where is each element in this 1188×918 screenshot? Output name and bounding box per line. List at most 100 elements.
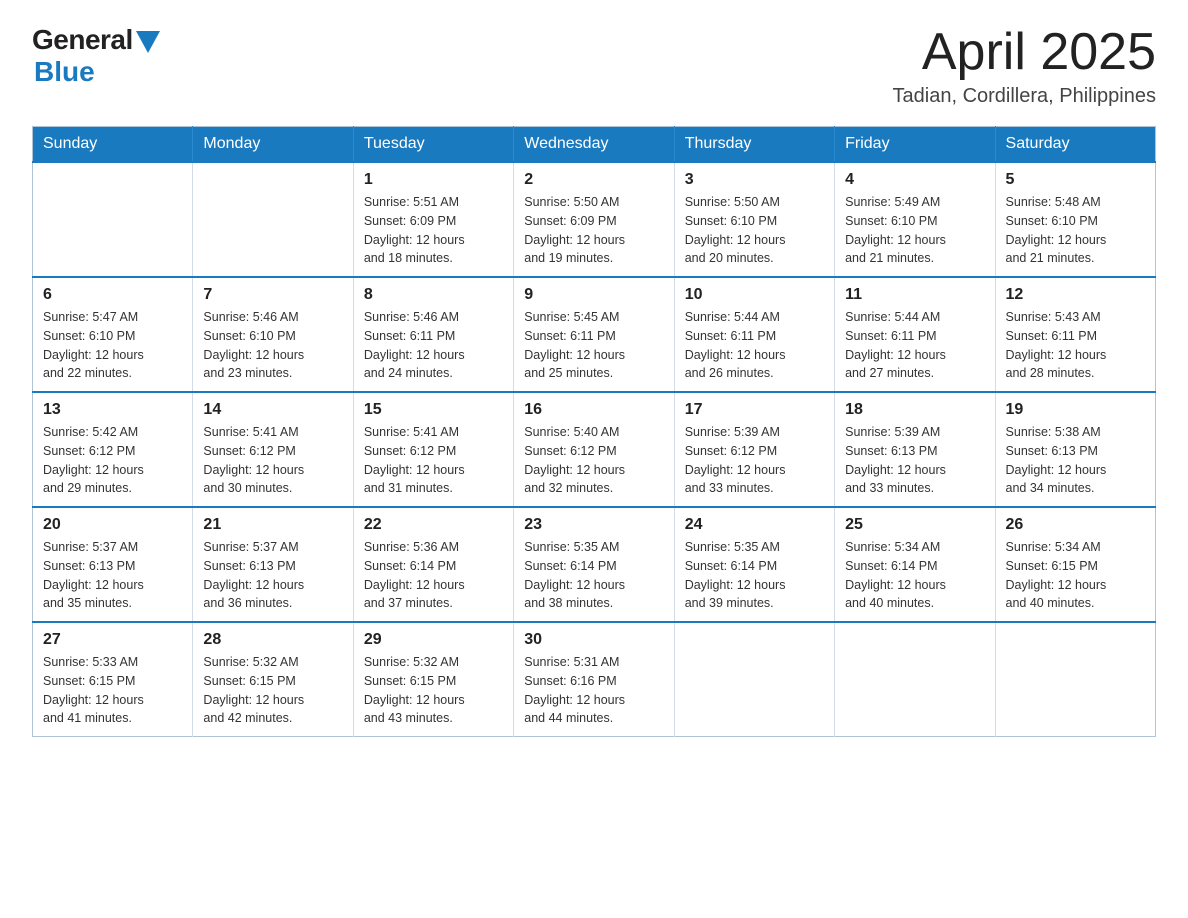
day-info: Sunrise: 5:32 AM Sunset: 6:15 PM Dayligh… — [364, 653, 503, 728]
calendar-cell: 9 Sunrise: 5:45 AM Sunset: 6:11 PM Daylig… — [514, 277, 674, 392]
day-info: Sunrise: 5:44 AM Sunset: 6:11 PM Dayligh… — [685, 308, 824, 383]
day-number: 28 — [203, 631, 342, 649]
calendar-cell: 5 Sunrise: 5:48 AM Sunset: 6:10 PM Daylig… — [995, 162, 1155, 277]
calendar-cell — [835, 622, 995, 737]
calendar-week-row: 13Sunrise: 5:42 AM Sunset: 6:12 PM Dayli… — [33, 392, 1156, 507]
day-info: Sunrise: 5:39 AM Sunset: 6:13 PM Dayligh… — [845, 423, 984, 498]
day-number: 19 — [1006, 401, 1145, 419]
calendar-cell — [995, 622, 1155, 737]
day-info: Sunrise: 5:33 AM Sunset: 6:15 PM Dayligh… — [43, 653, 182, 728]
day-info: Sunrise: 5:37 AM Sunset: 6:13 PM Dayligh… — [203, 538, 342, 613]
day-number: 4 — [845, 171, 984, 189]
calendar-cell: 10 Sunrise: 5:44 AM Sunset: 6:11 PM Dayli… — [674, 277, 834, 392]
day-info: Sunrise: 5:43 AM Sunset: 6:11 PM Dayligh… — [1006, 308, 1145, 383]
calendar-cell: 23 Sunrise: 5:35 AM Sunset: 6:14 PM Dayli… — [514, 507, 674, 622]
day-number: 26 — [1006, 516, 1145, 534]
day-info: Sunrise: 5:37 AM Sunset: 6:13 PM Dayligh… — [43, 538, 182, 613]
day-info: Sunrise: 5:44 AM Sunset: 6:11 PM Dayligh… — [845, 308, 984, 383]
day-number: 2 — [524, 171, 663, 189]
calendar-header: SundayMondayTuesdayWednesdayThursdayFrid… — [33, 127, 1156, 163]
logo-triangle-icon — [136, 31, 160, 53]
calendar-cell: 22Sunrise: 5:36 AM Sunset: 6:14 PM Dayli… — [353, 507, 513, 622]
calendar-cell: 18 Sunrise: 5:39 AM Sunset: 6:13 PM Dayli… — [835, 392, 995, 507]
day-number: 20 — [43, 516, 182, 534]
calendar-cell: 16 Sunrise: 5:40 AM Sunset: 6:12 PM Dayli… — [514, 392, 674, 507]
calendar-cell: 17Sunrise: 5:39 AM Sunset: 6:12 PM Dayli… — [674, 392, 834, 507]
calendar-cell: 7Sunrise: 5:46 AM Sunset: 6:10 PM Daylig… — [193, 277, 353, 392]
calendar-cell: 24Sunrise: 5:35 AM Sunset: 6:14 PM Dayli… — [674, 507, 834, 622]
calendar-body: 1 Sunrise: 5:51 AM Sunset: 6:09 PM Daylig… — [33, 162, 1156, 737]
calendar-cell: 25 Sunrise: 5:34 AM Sunset: 6:14 PM Dayli… — [835, 507, 995, 622]
day-number: 27 — [43, 631, 182, 649]
calendar-cell: 27 Sunrise: 5:33 AM Sunset: 6:15 PM Dayli… — [33, 622, 193, 737]
day-number: 21 — [203, 516, 342, 534]
day-info: Sunrise: 5:48 AM Sunset: 6:10 PM Dayligh… — [1006, 193, 1145, 268]
title-block: April 2025 Tadian, Cordillera, Philippin… — [893, 24, 1156, 108]
day-info: Sunrise: 5:46 AM Sunset: 6:11 PM Dayligh… — [364, 308, 503, 383]
weekday-header-monday: Monday — [193, 127, 353, 163]
day-number: 10 — [685, 286, 824, 304]
day-number: 14 — [203, 401, 342, 419]
calendar-cell: 8Sunrise: 5:46 AM Sunset: 6:11 PM Daylig… — [353, 277, 513, 392]
day-number: 29 — [364, 631, 503, 649]
calendar-cell: 19 Sunrise: 5:38 AM Sunset: 6:13 PM Dayli… — [995, 392, 1155, 507]
day-number: 1 — [364, 171, 503, 189]
day-number: 15 — [364, 401, 503, 419]
day-number: 23 — [524, 516, 663, 534]
day-number: 30 — [524, 631, 663, 649]
day-info: Sunrise: 5:50 AM Sunset: 6:09 PM Dayligh… — [524, 193, 663, 268]
day-info: Sunrise: 5:32 AM Sunset: 6:15 PM Dayligh… — [203, 653, 342, 728]
calendar-cell: 3 Sunrise: 5:50 AM Sunset: 6:10 PM Daylig… — [674, 162, 834, 277]
calendar-cell — [33, 162, 193, 277]
weekday-header-sunday: Sunday — [33, 127, 193, 163]
calendar-cell: 28 Sunrise: 5:32 AM Sunset: 6:15 PM Dayli… — [193, 622, 353, 737]
calendar-cell: 13Sunrise: 5:42 AM Sunset: 6:12 PM Dayli… — [33, 392, 193, 507]
day-info: Sunrise: 5:51 AM Sunset: 6:09 PM Dayligh… — [364, 193, 503, 268]
weekday-header-tuesday: Tuesday — [353, 127, 513, 163]
calendar-cell — [674, 622, 834, 737]
day-info: Sunrise: 5:42 AM Sunset: 6:12 PM Dayligh… — [43, 423, 182, 498]
calendar-title: April 2025 — [893, 24, 1156, 81]
day-info: Sunrise: 5:40 AM Sunset: 6:12 PM Dayligh… — [524, 423, 663, 498]
day-number: 12 — [1006, 286, 1145, 304]
day-info: Sunrise: 5:38 AM Sunset: 6:13 PM Dayligh… — [1006, 423, 1145, 498]
day-number: 22 — [364, 516, 503, 534]
day-info: Sunrise: 5:41 AM Sunset: 6:12 PM Dayligh… — [203, 423, 342, 498]
day-info: Sunrise: 5:35 AM Sunset: 6:14 PM Dayligh… — [685, 538, 824, 613]
calendar-cell: 14 Sunrise: 5:41 AM Sunset: 6:12 PM Dayli… — [193, 392, 353, 507]
calendar-location: Tadian, Cordillera, Philippines — [893, 85, 1156, 108]
calendar-cell: 12 Sunrise: 5:43 AM Sunset: 6:11 PM Dayli… — [995, 277, 1155, 392]
day-info: Sunrise: 5:47 AM Sunset: 6:10 PM Dayligh… — [43, 308, 182, 383]
day-info: Sunrise: 5:50 AM Sunset: 6:10 PM Dayligh… — [685, 193, 824, 268]
calendar-cell — [193, 162, 353, 277]
logo-blue-text: Blue — [34, 56, 95, 88]
day-info: Sunrise: 5:49 AM Sunset: 6:10 PM Dayligh… — [845, 193, 984, 268]
day-number: 11 — [845, 286, 984, 304]
day-number: 7 — [203, 286, 342, 304]
calendar-week-row: 20 Sunrise: 5:37 AM Sunset: 6:13 PM Dayli… — [33, 507, 1156, 622]
day-number: 25 — [845, 516, 984, 534]
day-number: 5 — [1006, 171, 1145, 189]
calendar-cell: 15 Sunrise: 5:41 AM Sunset: 6:12 PM Dayli… — [353, 392, 513, 507]
calendar-cell: 30 Sunrise: 5:31 AM Sunset: 6:16 PM Dayli… — [514, 622, 674, 737]
day-info: Sunrise: 5:41 AM Sunset: 6:12 PM Dayligh… — [364, 423, 503, 498]
day-number: 3 — [685, 171, 824, 189]
day-number: 6 — [43, 286, 182, 304]
day-info: Sunrise: 5:34 AM Sunset: 6:14 PM Dayligh… — [845, 538, 984, 613]
weekday-header-wednesday: Wednesday — [514, 127, 674, 163]
day-info: Sunrise: 5:45 AM Sunset: 6:11 PM Dayligh… — [524, 308, 663, 383]
weekday-header-thursday: Thursday — [674, 127, 834, 163]
calendar-week-row: 1 Sunrise: 5:51 AM Sunset: 6:09 PM Daylig… — [33, 162, 1156, 277]
logo: General Blue — [32, 24, 160, 88]
calendar-week-row: 27 Sunrise: 5:33 AM Sunset: 6:15 PM Dayli… — [33, 622, 1156, 737]
day-number: 16 — [524, 401, 663, 419]
day-info: Sunrise: 5:31 AM Sunset: 6:16 PM Dayligh… — [524, 653, 663, 728]
calendar-week-row: 6 Sunrise: 5:47 AM Sunset: 6:10 PM Daylig… — [33, 277, 1156, 392]
day-info: Sunrise: 5:35 AM Sunset: 6:14 PM Dayligh… — [524, 538, 663, 613]
day-number: 17 — [685, 401, 824, 419]
day-info: Sunrise: 5:34 AM Sunset: 6:15 PM Dayligh… — [1006, 538, 1145, 613]
calendar-cell: 4 Sunrise: 5:49 AM Sunset: 6:10 PM Daylig… — [835, 162, 995, 277]
day-number: 9 — [524, 286, 663, 304]
page-header: General Blue April 2025 Tadian, Cordille… — [32, 24, 1156, 108]
day-number: 18 — [845, 401, 984, 419]
